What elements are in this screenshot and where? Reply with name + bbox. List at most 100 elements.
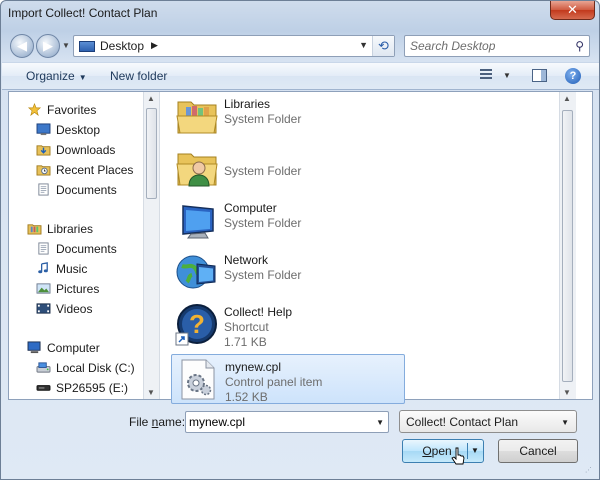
nav-favorites[interactable]: Favorites bbox=[9, 100, 143, 120]
open-split-divider bbox=[467, 443, 468, 459]
file-size: 1.71 KB bbox=[224, 335, 267, 349]
star-icon bbox=[27, 103, 42, 116]
file-list-scrollbar[interactable]: ▲ ▼ bbox=[559, 92, 576, 399]
scroll-up-icon[interactable]: ▲ bbox=[147, 94, 155, 103]
view-options-dropdown-icon[interactable]: ▼ bbox=[503, 71, 511, 80]
search-input[interactable] bbox=[410, 39, 565, 53]
nav-videos-label: Videos bbox=[56, 302, 93, 316]
preview-pane-icon[interactable] bbox=[532, 69, 547, 82]
file-size: 1.52 KB bbox=[225, 390, 268, 404]
nav-documents[interactable]: Documents bbox=[9, 180, 143, 200]
file-name: mynew.cpl bbox=[225, 360, 282, 374]
nav-downloads[interactable]: Downloads bbox=[9, 140, 143, 160]
new-folder-button[interactable]: New folder bbox=[110, 69, 167, 83]
file-name-history-dropdown-icon[interactable]: ▼ bbox=[376, 418, 384, 427]
forward-button[interactable]: ▶ bbox=[36, 34, 60, 58]
file-name-label: File name: bbox=[129, 415, 185, 429]
nav-pictures[interactable]: Pictures bbox=[9, 279, 143, 299]
nav-local-disk-label: Local Disk (C:) bbox=[56, 361, 135, 375]
organize-dropdown-icon: ▼ bbox=[78, 73, 87, 82]
scroll-down-icon[interactable]: ▼ bbox=[147, 388, 155, 397]
breadcrumb-chevron-icon[interactable]: ▶ bbox=[151, 40, 158, 51]
file-type: System Folder bbox=[224, 112, 302, 126]
nav-local-disk[interactable]: Local Disk (C:) bbox=[9, 358, 143, 378]
nav-desktop[interactable]: Desktop bbox=[9, 120, 143, 140]
nav-videos[interactable]: Videos bbox=[9, 299, 143, 319]
nav-recent-places[interactable]: Recent Places bbox=[9, 160, 143, 180]
libraries-folder-icon bbox=[176, 101, 218, 134]
navigation-pane-scrollbar[interactable]: ▲ ▼ bbox=[143, 92, 160, 399]
documents-icon bbox=[38, 183, 49, 196]
navigation-pane: Favorites Desktop Downloads Recent Place… bbox=[9, 92, 143, 399]
nav-libraries-label: Libraries bbox=[47, 222, 94, 236]
pictures-icon bbox=[36, 283, 51, 294]
file-item-mynew-cpl[interactable]: mynew.cpl Control panel item 1.52 KB bbox=[171, 354, 405, 404]
search-icon[interactable]: ⚲ bbox=[575, 39, 584, 53]
nav-recent-places-label: Recent Places bbox=[56, 163, 134, 177]
navigation-pane-scroll-thumb[interactable] bbox=[146, 108, 157, 199]
chevron-down-icon: ▼ bbox=[561, 418, 569, 427]
address-history-dropdown-icon[interactable]: ▼ bbox=[359, 40, 368, 50]
file-item-network[interactable]: Network System Folder bbox=[171, 248, 405, 298]
libraries-icon bbox=[27, 224, 42, 235]
recent-pages-dropdown-icon[interactable]: ▼ bbox=[62, 41, 70, 50]
nav-computer-label: Computer bbox=[47, 341, 100, 355]
desktop-icon bbox=[79, 41, 95, 52]
nav-removable-drive[interactable]: SP26595 (E:) bbox=[9, 378, 143, 398]
refresh-button[interactable]: ⟲ bbox=[372, 36, 394, 56]
file-name: Collect! Help bbox=[224, 305, 293, 319]
file-item-computer[interactable]: Computer System Folder bbox=[171, 196, 405, 246]
scroll-down-icon[interactable]: ▼ bbox=[563, 388, 571, 397]
open-options-dropdown-icon[interactable]: ▼ bbox=[471, 440, 479, 462]
file-list: Libraries System Folder System Folder Co… bbox=[161, 92, 576, 404]
nav-desktop-label: Desktop bbox=[56, 123, 101, 137]
file-item-user-folder[interactable]: System Folder bbox=[171, 144, 405, 194]
search-box[interactable]: ⚲ bbox=[404, 35, 590, 57]
file-type: System Folder bbox=[224, 268, 302, 282]
open-label-accesskey: O bbox=[422, 444, 432, 458]
nav-favorites-label: Favorites bbox=[47, 103, 97, 117]
cancel-button[interactable]: Cancel bbox=[498, 439, 578, 463]
nav-library-documents[interactable]: Documents bbox=[9, 239, 143, 259]
back-button[interactable]: ◀ bbox=[10, 34, 34, 58]
nav-computer[interactable]: Computer bbox=[9, 338, 143, 358]
local-disk-icon bbox=[36, 362, 51, 373]
close-button[interactable]: ✕ bbox=[550, 1, 595, 20]
open-button[interactable]: Open ▼ bbox=[402, 439, 484, 463]
file-type: Control panel item bbox=[225, 375, 323, 389]
open-label-rest: pen bbox=[431, 444, 452, 458]
file-name-input[interactable] bbox=[189, 415, 369, 429]
window-title: Import Collect! Contact Plan bbox=[8, 6, 158, 20]
computer-icon bbox=[27, 341, 41, 354]
change-view-icon[interactable] bbox=[480, 69, 496, 83]
resize-grip-icon[interactable]: ⋰ bbox=[585, 466, 595, 476]
nav-documents-label: Documents bbox=[56, 183, 117, 197]
videos-icon bbox=[36, 303, 51, 314]
file-name: Computer bbox=[224, 201, 277, 215]
breadcrumb-desktop[interactable]: Desktop bbox=[100, 39, 144, 53]
scroll-up-icon[interactable]: ▲ bbox=[563, 94, 571, 103]
file-name-field[interactable]: ▼ bbox=[185, 411, 389, 433]
file-item-libraries[interactable]: Libraries System Folder bbox=[171, 92, 405, 142]
file-type: Shortcut bbox=[224, 320, 269, 334]
file-list-scroll-thumb[interactable] bbox=[562, 110, 573, 382]
nav-pictures-label: Pictures bbox=[56, 282, 100, 296]
help-icon[interactable]: ? bbox=[565, 68, 581, 84]
file-type-filter[interactable]: Collect! Contact Plan ▼ bbox=[399, 410, 577, 433]
nav-downloads-label: Downloads bbox=[56, 143, 116, 157]
svg-text:?: ? bbox=[189, 309, 205, 339]
nav-libraries[interactable]: Libraries bbox=[9, 219, 143, 239]
file-item-collect-help[interactable]: ? Collect! Help Shortcut 1.71 KB bbox=[171, 300, 405, 350]
nav-library-documents-label: Documents bbox=[56, 242, 117, 256]
downloads-icon bbox=[36, 145, 51, 156]
organize-button[interactable]: Organize ▼ bbox=[26, 69, 87, 83]
file-name: Network bbox=[224, 253, 269, 267]
nav-music-label: Music bbox=[56, 262, 88, 276]
nav-removable-drive-label: SP26595 (E:) bbox=[56, 381, 129, 395]
command-toolbar: Organize ▼ New folder ▼ ? bbox=[2, 62, 599, 90]
recent-places-icon bbox=[36, 165, 51, 176]
address-bar[interactable]: Desktop ▶ ▼ ⟲ bbox=[73, 35, 395, 57]
nav-music[interactable]: Music bbox=[9, 259, 143, 279]
navigation-bar: ◀ ▶ ▼ Desktop ▶ ▼ ⟲ ⚲ bbox=[1, 29, 599, 61]
title-bar: Import Collect! Contact Plan ✕ bbox=[1, 1, 599, 29]
